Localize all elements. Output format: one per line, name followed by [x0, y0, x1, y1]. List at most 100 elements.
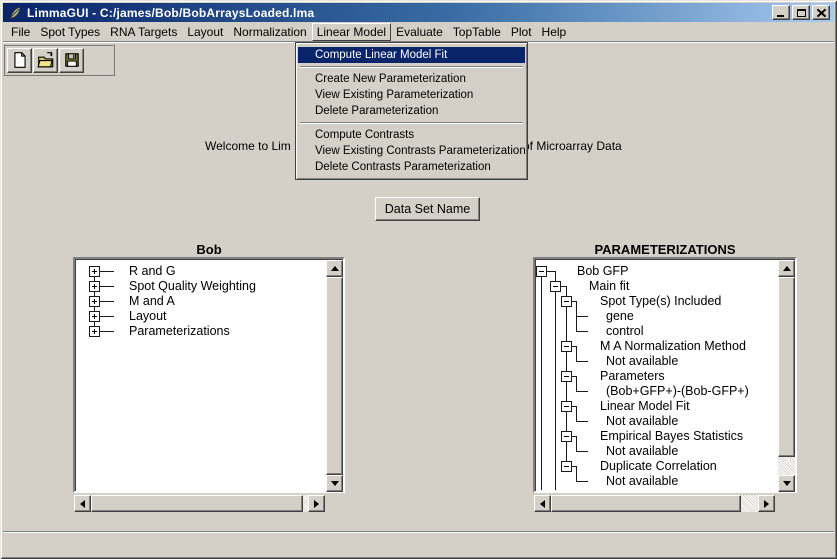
collapse-minus-icon[interactable] — [550, 281, 561, 292]
tree-node-spot-quality-weighting[interactable]: Spot Quality Weighting — [129, 279, 256, 293]
menuitem-compute-contrasts[interactable]: Compute Contrasts — [298, 127, 525, 143]
scrollbar-trough[interactable] — [741, 495, 758, 512]
scroll-left-button[interactable] — [74, 495, 91, 512]
collapse-minus-icon[interactable] — [536, 266, 547, 277]
open-file-button[interactable] — [33, 48, 58, 73]
menu-evaluate[interactable]: Evaluate — [391, 23, 448, 41]
tree-line — [576, 451, 588, 452]
scroll-right-button[interactable] — [308, 495, 325, 512]
menu-toptable[interactable]: TopTable — [448, 23, 506, 41]
tree-line — [576, 361, 588, 362]
up-arrow-icon — [331, 266, 339, 271]
expand-plus-icon[interactable] — [89, 311, 100, 322]
tree-node-not-available[interactable]: Not available — [606, 354, 678, 368]
parameterizations-tree-panel: Bob GFPMain fitSpot Type(s) Includedgene… — [533, 257, 797, 493]
welcome-text: of Microarray Data — [523, 139, 622, 153]
new-file-button[interactable] — [7, 48, 32, 73]
left-vertical-scrollbar[interactable] — [326, 260, 343, 492]
linear-model-dropdown-menu: Compute Linear Model Fit Create New Param… — [295, 42, 528, 180]
tree-node-bob-gfp[interactable]: Bob GFP — [577, 264, 628, 278]
tree-node-not-available[interactable]: Not available — [606, 414, 678, 428]
menuitem-delete-contrasts-parameterization[interactable]: Delete Contrasts Parameterization — [298, 159, 525, 175]
data-set-name-button[interactable]: Data Set Name — [375, 197, 480, 221]
tree-node-empirical-bayes-statistics[interactable]: Empirical Bayes Statistics — [600, 429, 743, 443]
menu-file[interactable]: File — [6, 23, 35, 41]
scroll-up-button[interactable] — [778, 260, 795, 277]
minimize-button[interactable] — [772, 5, 790, 20]
welcome-text: Welcome to Lim — [205, 139, 291, 153]
menuitem-delete-parameterization[interactable]: Delete Parameterization — [298, 103, 525, 119]
menu-plot[interactable]: Plot — [506, 23, 537, 41]
tree-node-m-a-normalization-method[interactable]: M A Normalization Method — [600, 339, 746, 353]
tree-node-spot-type-s-included[interactable]: Spot Type(s) Included — [600, 294, 721, 308]
collapse-minus-icon[interactable] — [561, 431, 572, 442]
scrollbar-thumb[interactable] — [778, 277, 795, 457]
left-horizontal-scrollbar[interactable] — [74, 495, 325, 512]
tree-node-main-fit[interactable]: Main fit — [589, 279, 629, 293]
menu-normalization[interactable]: Normalization — [228, 23, 311, 41]
tree-line — [576, 421, 588, 422]
tree-node-parameters[interactable]: Parameters — [600, 369, 665, 383]
tree-node-control[interactable]: control — [606, 324, 644, 338]
scrollbar-trough[interactable] — [778, 457, 795, 475]
menu-rna-targets[interactable]: RNA Targets — [105, 23, 182, 41]
menu-linear-model[interactable]: Linear Model — [312, 23, 391, 41]
minimize-icon — [777, 15, 784, 17]
tree-line — [546, 271, 555, 272]
maximize-icon — [797, 9, 806, 17]
tree-node-gene[interactable]: gene — [606, 309, 634, 323]
menu-bar: FileSpot TypesRNA TargetsLayoutNormaliza… — [3, 22, 834, 41]
right-vertical-scrollbar[interactable] — [778, 260, 795, 492]
collapse-minus-icon[interactable] — [561, 341, 572, 352]
new-file-icon — [11, 51, 29, 69]
scrollbar-thumb[interactable] — [91, 495, 303, 512]
close-button[interactable] — [812, 5, 830, 20]
tree-node-parameterizations[interactable]: Parameterizations — [129, 324, 230, 338]
left-arrow-icon — [540, 500, 545, 508]
tree-node-not-available[interactable]: Not available — [606, 444, 678, 458]
right-horizontal-scrollbar[interactable] — [534, 495, 775, 512]
maximize-button[interactable] — [792, 5, 810, 20]
tree-node-r-and-g[interactable]: R and G — [129, 264, 176, 278]
tree-node-not-available[interactable]: Not available — [606, 474, 678, 488]
expand-plus-icon[interactable] — [89, 326, 100, 337]
tree-line — [99, 301, 114, 302]
collapse-minus-icon[interactable] — [561, 401, 572, 412]
tree-line — [576, 346, 577, 361]
scroll-up-button[interactable] — [326, 260, 343, 277]
menuitem-view-existing-contrasts-parameterization[interactable]: View Existing Contrasts Parameterization — [298, 143, 525, 159]
tree-line — [576, 466, 577, 481]
scrollbar-thumb[interactable] — [326, 277, 343, 475]
menuitem-compute-linear-model-fit[interactable]: Compute Linear Model Fit — [298, 47, 525, 63]
window-title: LimmaGUI - C:/james/Bob/BobArraysLoaded.… — [27, 6, 314, 20]
right-arrow-icon — [764, 500, 769, 508]
scroll-right-button[interactable] — [758, 495, 775, 512]
scroll-down-button[interactable] — [778, 475, 795, 492]
scrollbar-thumb[interactable] — [551, 495, 741, 512]
menuitem-create-new-parameterization[interactable]: Create New Parameterization — [298, 71, 525, 87]
collapse-minus-icon[interactable] — [561, 461, 572, 472]
close-icon — [817, 9, 826, 17]
tree-node-layout[interactable]: Layout — [129, 309, 167, 323]
titlebar[interactable]: LimmaGUI - C:/james/Bob/BobArraysLoaded.… — [3, 3, 834, 22]
menuitem-view-existing-parameterization[interactable]: View Existing Parameterization — [298, 87, 525, 103]
expand-plus-icon[interactable] — [89, 281, 100, 292]
tree-line — [576, 406, 577, 421]
expand-plus-icon[interactable] — [89, 266, 100, 277]
menu-spot-types[interactable]: Spot Types — [35, 23, 105, 41]
save-file-button[interactable] — [59, 48, 84, 73]
expand-plus-icon[interactable] — [89, 296, 100, 307]
tree-line — [99, 331, 114, 332]
tree-node-linear-model-fit[interactable]: Linear Model Fit — [600, 399, 690, 413]
scroll-down-button[interactable] — [326, 475, 343, 492]
collapse-minus-icon[interactable] — [561, 296, 572, 307]
tree-node-duplicate-correlation[interactable]: Duplicate Correlation — [600, 459, 717, 473]
tree-line — [576, 481, 588, 482]
tree-node-bob-gfp-bob-gfp[interactable]: (Bob+GFP+)-(Bob-GFP+) — [606, 384, 749, 398]
scroll-left-button[interactable] — [534, 495, 551, 512]
tree-node-m-and-a[interactable]: M and A — [129, 294, 175, 308]
dataset-tree-panel: R and GSpot Quality WeightingM and ALayo… — [73, 257, 345, 493]
menu-help[interactable]: Help — [537, 23, 572, 41]
collapse-minus-icon[interactable] — [561, 371, 572, 382]
menu-layout[interactable]: Layout — [182, 23, 228, 41]
